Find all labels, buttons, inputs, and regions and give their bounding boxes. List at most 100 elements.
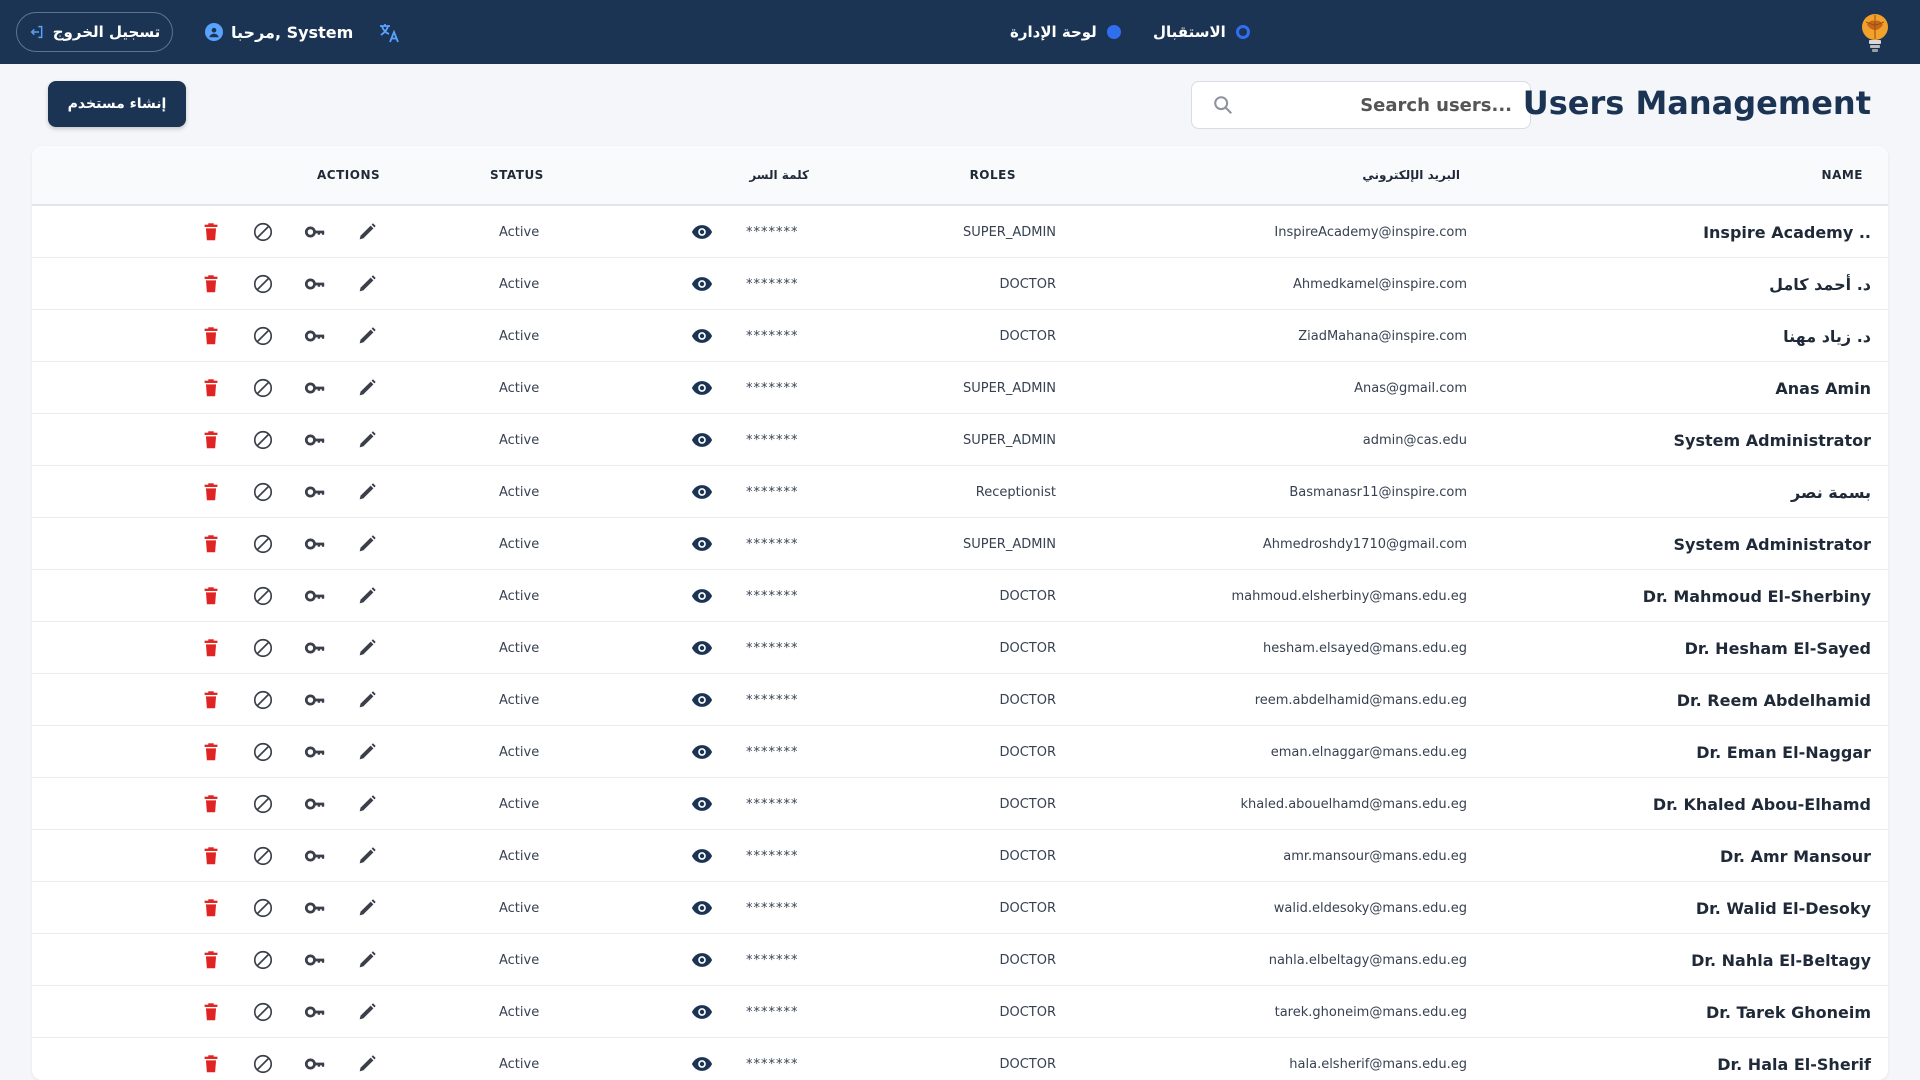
eye-icon[interactable] <box>689 414 715 466</box>
trash-icon[interactable] <box>198 518 224 570</box>
user-name: Dr. Eman El-Naggar <box>1696 742 1871 762</box>
trash-icon[interactable] <box>198 310 224 362</box>
key-icon[interactable] <box>302 310 328 362</box>
eye-icon[interactable] <box>689 258 715 310</box>
trash-icon[interactable] <box>198 362 224 414</box>
ban-icon[interactable] <box>250 934 276 986</box>
eye-icon[interactable] <box>689 206 715 258</box>
ban-icon[interactable] <box>250 778 276 830</box>
ban-icon[interactable] <box>250 830 276 882</box>
pencil-icon[interactable] <box>354 310 380 362</box>
user-password: ******* <box>746 588 799 604</box>
key-icon[interactable] <box>302 778 328 830</box>
eye-icon[interactable] <box>689 830 715 882</box>
key-icon[interactable] <box>302 726 328 778</box>
pencil-icon[interactable] <box>354 206 380 258</box>
nav-dashboard[interactable]: لوحة الإدارة <box>1010 20 1121 44</box>
eye-icon[interactable] <box>689 1038 715 1080</box>
eye-icon[interactable] <box>689 466 715 518</box>
pencil-icon[interactable] <box>354 518 380 570</box>
key-icon[interactable] <box>302 570 328 622</box>
user-email: Ahmedroshdy1710@gmail.com <box>1262 536 1467 552</box>
pencil-icon[interactable] <box>354 570 380 622</box>
ban-icon[interactable] <box>250 258 276 310</box>
eye-icon[interactable] <box>689 362 715 414</box>
eye-icon[interactable] <box>689 778 715 830</box>
trash-icon[interactable] <box>198 466 224 518</box>
trash-icon[interactable] <box>198 414 224 466</box>
trash-icon[interactable] <box>198 882 224 934</box>
ban-icon[interactable] <box>250 622 276 674</box>
pencil-icon[interactable] <box>354 674 380 726</box>
pencil-icon[interactable] <box>354 778 380 830</box>
table-row: System Administrator admin@cas.edu SUPER_A… <box>32 414 1888 466</box>
ban-icon[interactable] <box>250 986 276 1038</box>
pencil-icon[interactable] <box>354 986 380 1038</box>
key-icon[interactable] <box>302 258 328 310</box>
pencil-icon[interactable] <box>354 362 380 414</box>
key-icon[interactable] <box>302 986 328 1038</box>
trash-icon[interactable] <box>198 674 224 726</box>
eye-icon[interactable] <box>689 674 715 726</box>
trash-icon[interactable] <box>198 622 224 674</box>
ban-icon[interactable] <box>250 414 276 466</box>
key-icon[interactable] <box>302 1038 328 1080</box>
create-user-button[interactable]: إنشاء مستخدم <box>48 81 186 127</box>
pencil-icon[interactable] <box>354 882 380 934</box>
ban-icon[interactable] <box>250 570 276 622</box>
search-input[interactable] <box>1234 94 1512 116</box>
logout-button[interactable]: تسجيل الخروج <box>16 12 173 52</box>
key-icon[interactable] <box>302 466 328 518</box>
reception-icon <box>1235 25 1250 39</box>
ban-icon[interactable] <box>250 882 276 934</box>
pencil-icon[interactable] <box>354 1038 380 1080</box>
pencil-icon[interactable] <box>354 934 380 986</box>
translate-icon[interactable] <box>377 21 401 45</box>
user-name: د. أحمد كامل <box>1769 274 1871 294</box>
trash-icon[interactable] <box>198 986 224 1038</box>
trash-icon[interactable] <box>198 570 224 622</box>
trash-icon[interactable] <box>198 778 224 830</box>
key-icon[interactable] <box>302 934 328 986</box>
trash-icon[interactable] <box>198 934 224 986</box>
trash-icon[interactable] <box>198 1038 224 1080</box>
eye-icon[interactable] <box>689 622 715 674</box>
pencil-icon[interactable] <box>354 830 380 882</box>
trash-icon[interactable] <box>198 258 224 310</box>
eye-icon[interactable] <box>689 518 715 570</box>
eye-icon[interactable] <box>689 726 715 778</box>
key-icon[interactable] <box>302 518 328 570</box>
nav-reception[interactable]: الاستقبال <box>1153 20 1250 44</box>
ban-icon[interactable] <box>250 206 276 258</box>
user-role: DOCTOR <box>999 900 1056 916</box>
pencil-icon[interactable] <box>354 622 380 674</box>
pencil-icon[interactable] <box>354 414 380 466</box>
eye-icon[interactable] <box>689 934 715 986</box>
ban-icon[interactable] <box>250 362 276 414</box>
eye-icon[interactable] <box>689 310 715 362</box>
trash-icon[interactable] <box>198 830 224 882</box>
ban-icon[interactable] <box>250 310 276 362</box>
key-icon[interactable] <box>302 206 328 258</box>
trash-icon[interactable] <box>198 206 224 258</box>
ban-icon[interactable] <box>250 466 276 518</box>
key-icon[interactable] <box>302 362 328 414</box>
pencil-icon[interactable] <box>354 258 380 310</box>
ban-icon[interactable] <box>250 518 276 570</box>
ban-icon[interactable] <box>250 1038 276 1080</box>
key-icon[interactable] <box>302 882 328 934</box>
ban-icon[interactable] <box>250 674 276 726</box>
ban-icon[interactable] <box>250 726 276 778</box>
key-icon[interactable] <box>302 674 328 726</box>
key-icon[interactable] <box>302 622 328 674</box>
user-status: Active <box>499 484 540 500</box>
eye-icon[interactable] <box>689 882 715 934</box>
key-icon[interactable] <box>302 830 328 882</box>
search-field[interactable] <box>1191 81 1531 129</box>
trash-icon[interactable] <box>198 726 224 778</box>
pencil-icon[interactable] <box>354 466 380 518</box>
eye-icon[interactable] <box>689 570 715 622</box>
eye-icon[interactable] <box>689 986 715 1038</box>
key-icon[interactable] <box>302 414 328 466</box>
pencil-icon[interactable] <box>354 726 380 778</box>
